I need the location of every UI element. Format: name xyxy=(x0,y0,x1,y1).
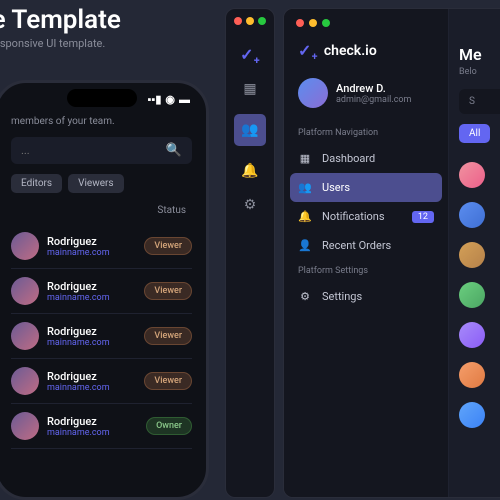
brand-name: check.io xyxy=(324,43,377,59)
phone-notch xyxy=(67,89,137,107)
member-name: Rodriguez xyxy=(47,280,110,293)
wifi-icon: ◉ xyxy=(165,93,175,106)
list-item[interactable] xyxy=(459,355,500,395)
avatar xyxy=(459,162,485,188)
users-icon: 👥 xyxy=(298,181,312,194)
member-email[interactable]: mainname.com xyxy=(47,428,110,438)
list-item[interactable]: Rodriguezmainname.com Viewer xyxy=(11,269,192,314)
window-narrow: ✓₊ ▦ 👥 🔔 ⚙ xyxy=(225,8,275,498)
profile-name: Andrew D. xyxy=(336,82,411,95)
window-controls[interactable] xyxy=(226,9,274,33)
sidebar-item-label: Users xyxy=(322,181,350,194)
dashboard-icon[interactable]: ▦ xyxy=(241,80,259,98)
avatar xyxy=(11,367,39,395)
member-name: Rodriguez xyxy=(47,415,110,428)
avatar xyxy=(459,202,485,228)
list-item[interactable]: Rodriguezmainname.com Viewer xyxy=(11,314,192,359)
list-item[interactable] xyxy=(459,275,500,315)
status-badge: Owner xyxy=(146,417,192,435)
member-name: Rodriguez xyxy=(47,235,110,248)
orders-icon: 👤 xyxy=(298,239,312,252)
tab-all[interactable]: All xyxy=(459,124,490,143)
list-item[interactable] xyxy=(459,395,500,435)
member-email[interactable]: mainname.com xyxy=(47,248,110,258)
avatar xyxy=(11,277,39,305)
sidebar: ✓₊ check.io Andrew D. admin@gmail.com Pl… xyxy=(284,9,449,497)
avatar xyxy=(459,322,485,348)
avatar xyxy=(459,242,485,268)
member-email[interactable]: mainname.com xyxy=(47,293,110,303)
sidebar-item-recent-orders[interactable]: 👤 Recent Orders xyxy=(284,231,448,260)
notification-count: 12 xyxy=(412,211,434,223)
search-field[interactable] xyxy=(21,144,166,157)
sidebar-item-settings[interactable]: ⚙ Settings xyxy=(284,282,448,311)
maximize-icon[interactable] xyxy=(322,19,330,27)
avatar xyxy=(298,78,328,108)
signal-icon: ▪▪▮ xyxy=(148,93,162,106)
sidebar-item-label: Notifications xyxy=(322,210,385,223)
avatar xyxy=(459,362,485,388)
list-item[interactable]: Rodriguezmainname.com Owner xyxy=(11,404,192,449)
bell-icon: 🔔 xyxy=(298,210,312,223)
logo-icon[interactable]: ✓₊ xyxy=(240,45,260,64)
member-email[interactable]: mainname.com xyxy=(47,338,110,348)
status-badge: Viewer xyxy=(144,237,192,255)
page-subtitle: u & responsive UI template. xyxy=(0,37,121,50)
list-item[interactable]: Rodriguezmainname.com Viewer xyxy=(11,224,192,269)
window-controls[interactable] xyxy=(284,9,448,37)
gear-icon[interactable]: ⚙ xyxy=(241,196,259,214)
column-status: Status xyxy=(11,205,192,216)
maximize-icon[interactable] xyxy=(258,17,266,25)
nav-section-label: Platform Navigation xyxy=(284,122,448,144)
status-badge: Viewer xyxy=(144,372,192,390)
status-badge: Viewer xyxy=(144,327,192,345)
avatar xyxy=(11,412,39,440)
avatar xyxy=(459,402,485,428)
minimize-icon[interactable] xyxy=(309,19,317,27)
member-email[interactable]: mainname.com xyxy=(47,383,110,393)
sidebar-item-label: Dashboard xyxy=(322,152,375,165)
chip-viewers[interactable]: Viewers xyxy=(68,174,123,193)
nav-section-label: Platform Settings xyxy=(284,260,448,282)
dashboard-icon: ▦ xyxy=(298,152,312,165)
sidebar-item-users[interactable]: 👥 Users xyxy=(290,173,442,202)
profile[interactable]: Andrew D. admin@gmail.com xyxy=(284,72,448,122)
sidebar-item-dashboard[interactable]: ▦ Dashboard xyxy=(284,144,448,173)
battery-icon: ▬ xyxy=(179,93,190,106)
chip-editors[interactable]: Editors xyxy=(11,174,62,193)
list-item[interactable] xyxy=(459,235,500,275)
content-panel: Me Belo S All xyxy=(449,9,500,497)
close-icon[interactable] xyxy=(296,19,304,27)
sidebar-item-notifications[interactable]: 🔔 Notifications 12 xyxy=(284,202,448,231)
avatar xyxy=(11,322,39,350)
list-item[interactable] xyxy=(459,315,500,355)
phone-subtitle: members of your team. xyxy=(11,116,192,127)
member-name: Rodriguez xyxy=(47,325,110,338)
search-input[interactable]: 🔍 xyxy=(11,137,192,164)
list-item[interactable] xyxy=(459,195,500,235)
close-icon[interactable] xyxy=(234,17,242,25)
logo-icon: ✓₊ xyxy=(298,41,318,60)
bell-icon[interactable]: 🔔 xyxy=(241,162,259,180)
list-item[interactable]: Rodriguezmainname.com Viewer xyxy=(11,359,192,404)
list-item[interactable] xyxy=(459,155,500,195)
avatar xyxy=(11,232,39,260)
phone-mockup: ▪▪▮ ◉ ▬ members of your team. 🔍 Editors … xyxy=(0,80,209,500)
search-icon[interactable]: 🔍 xyxy=(166,143,182,158)
users-icon[interactable]: 👥 xyxy=(234,114,266,146)
panel-title: Me xyxy=(459,45,500,64)
search-input[interactable]: S xyxy=(459,89,500,114)
sidebar-item-label: Settings xyxy=(322,290,362,303)
window-main: ✓₊ check.io Andrew D. admin@gmail.com Pl… xyxy=(283,8,500,498)
sidebar-item-label: Recent Orders xyxy=(322,239,391,252)
member-name: Rodriguez xyxy=(47,370,110,383)
gear-icon: ⚙ xyxy=(298,290,312,303)
minimize-icon[interactable] xyxy=(246,17,254,25)
page-title: ive Template xyxy=(0,5,121,35)
avatar xyxy=(459,282,485,308)
status-badge: Viewer xyxy=(144,282,192,300)
panel-subtitle: Belo xyxy=(459,67,500,77)
profile-email: admin@gmail.com xyxy=(336,95,411,105)
brand[interactable]: ✓₊ check.io xyxy=(284,37,448,72)
